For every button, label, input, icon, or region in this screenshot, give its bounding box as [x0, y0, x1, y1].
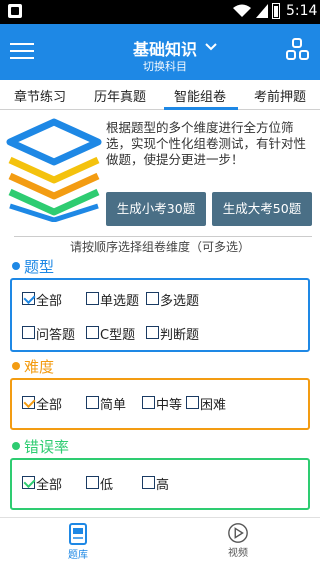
checkbox-low[interactable] — [86, 476, 99, 489]
app-bar: 基础知识 切换科目 — [0, 24, 320, 80]
option-easy[interactable]: 简单 — [100, 394, 126, 413]
checkbox-high[interactable] — [142, 476, 155, 489]
nav-question-bank[interactable]: 题库 — [48, 522, 108, 561]
clock: 5:14 — [286, 3, 318, 19]
option-multiple-choice[interactable]: 多选题 — [160, 290, 199, 309]
option-c-type[interactable]: C型题 — [100, 324, 135, 343]
option-medium[interactable]: 中等 — [156, 394, 182, 413]
checkbox-true-false[interactable] — [146, 326, 159, 339]
tab-chapter-practice[interactable]: 章节练习 — [14, 86, 66, 105]
section-dot — [12, 362, 20, 370]
option-all[interactable]: 全部 — [36, 394, 62, 413]
play-circle-icon — [228, 523, 248, 543]
option-hard[interactable]: 困难 — [200, 394, 226, 413]
checkbox-medium[interactable] — [142, 396, 155, 409]
nav-label: 视频 — [228, 548, 248, 559]
checkbox-c-type[interactable] — [86, 326, 99, 339]
active-tab-indicator — [164, 107, 238, 110]
checkbox-all-type[interactable] — [22, 292, 35, 305]
option-true-false[interactable]: 判断题 — [160, 324, 199, 343]
checkbox-single-choice[interactable] — [86, 292, 99, 305]
tab-smart-paper[interactable]: 智能组卷 — [174, 86, 226, 105]
wifi-icon — [233, 4, 251, 17]
option-all[interactable]: 全部 — [36, 290, 62, 309]
divider — [14, 236, 312, 237]
error-rate-options-box: 全部 低 高 — [10, 458, 310, 510]
page-title: 基础知识 — [132, 40, 197, 59]
bottom-nav: 题库 视频 — [0, 517, 320, 569]
smart-paper-intro: 根据题型的多个维度进行全方位筛选，实现个性化组卷测试，有针对性做题，使提分更进一… — [0, 112, 320, 230]
selection-hint: 请按顺序选择组卷维度（可多选） — [69, 240, 250, 254]
intro-text: 根据题型的多个维度进行全方位筛选，实现个性化组卷测试，有针对性做题，使提分更进一… — [106, 120, 307, 167]
section-title-type: 题型 — [24, 258, 55, 276]
option-all[interactable]: 全部 — [36, 474, 62, 493]
battery-icon — [272, 3, 280, 19]
signal-icon — [256, 4, 268, 18]
status-bar: 5:14 — [0, 0, 320, 24]
option-qa[interactable]: 问答题 — [36, 324, 75, 343]
generate-small-exam-button[interactable]: 生成小考30题 — [106, 192, 206, 226]
grid-menu-icon[interactable] — [286, 38, 310, 62]
tab-past-exams[interactable]: 历年真题 — [94, 86, 146, 105]
checkbox-multiple-choice[interactable] — [146, 292, 159, 305]
menu-icon[interactable] — [10, 41, 34, 61]
switch-subject-label: 切换科目 — [143, 60, 187, 73]
checkbox-all-error-rate[interactable] — [22, 476, 35, 489]
subject-switcher[interactable]: 基础知识 切换科目 — [110, 36, 220, 73]
checkbox-qa[interactable] — [22, 326, 35, 339]
stacked-layers-logo — [6, 118, 102, 222]
generate-big-exam-button[interactable]: 生成大考50题 — [212, 192, 312, 226]
option-low[interactable]: 低 — [100, 474, 113, 493]
section-dot — [12, 262, 20, 270]
section-title-error-rate: 错误率 — [24, 438, 70, 456]
tab-bar: 章节练习 历年真题 智能组卷 考前押题 — [0, 80, 320, 110]
section-dot — [12, 442, 20, 450]
option-single-choice[interactable]: 单选题 — [100, 290, 139, 309]
difficulty-options-box: 全部 简单 中等 困难 — [10, 378, 310, 430]
nav-video[interactable]: 视频 — [208, 522, 268, 559]
tab-pre-exam[interactable]: 考前押题 — [254, 86, 306, 105]
option-high[interactable]: 高 — [156, 474, 169, 493]
chevron-down-icon — [205, 43, 217, 51]
checkbox-all-difficulty[interactable] — [22, 396, 35, 409]
nav-label: 题库 — [68, 550, 88, 561]
checkbox-hard[interactable] — [186, 396, 199, 409]
notification-icon — [8, 4, 22, 18]
section-title-difficulty: 难度 — [24, 358, 55, 376]
checkbox-easy[interactable] — [86, 396, 99, 409]
type-options-box: 全部 单选题 多选题 问答题 C型题 判断题 — [10, 278, 310, 352]
question-bank-icon — [69, 523, 87, 545]
